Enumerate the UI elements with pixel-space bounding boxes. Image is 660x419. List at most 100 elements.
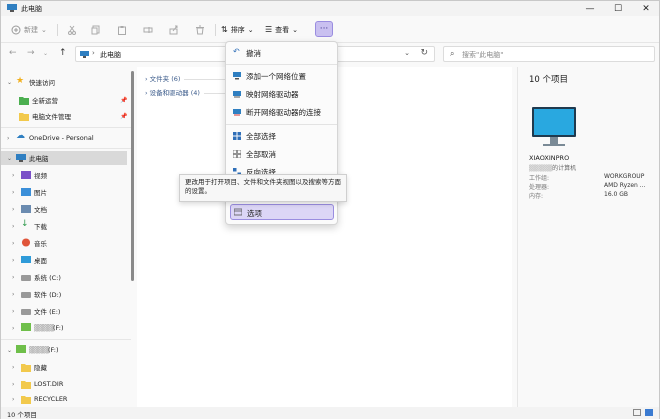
sidebar-item-this-pc[interactable]: ⌄ 此电脑: [1, 151, 127, 165]
sidebar-item-lost-dir[interactable]: › LOST.DIR: [1, 377, 127, 391]
more-options-button[interactable]: ···: [315, 21, 333, 37]
forward-arrow-icon[interactable]: →: [27, 48, 35, 58]
chevron-right-icon[interactable]: ›: [12, 172, 14, 179]
menu-item-select-none[interactable]: 全部取消: [230, 146, 334, 162]
drive-icon: [21, 275, 31, 281]
sidebar-item-label: 快速访问: [29, 79, 55, 87]
cloud-icon: ☁: [16, 131, 25, 141]
share-icon[interactable]: [169, 25, 179, 35]
this-pc-icon: [16, 154, 26, 162]
divider: [1, 148, 131, 149]
divider: [226, 124, 337, 125]
large-icons-view-icon[interactable]: [645, 409, 653, 416]
chevron-right-icon[interactable]: ›: [12, 257, 14, 264]
sidebar-item-quick-0[interactable]: 全新运营 📌: [1, 93, 127, 107]
sidebar-item-f-drive[interactable]: ⌄ ▓▓▓▓ (F:): [1, 343, 127, 357]
menu-item-disconnect-drive[interactable]: 断开网络驱动器的连接: [230, 104, 334, 120]
recent-locations-icon[interactable]: ⌄: [43, 50, 48, 57]
menu-item-select-all[interactable]: 全部选择: [230, 128, 334, 144]
search-input[interactable]: ⌕ 搜索"此电脑": [443, 46, 655, 62]
delete-icon[interactable]: [195, 25, 205, 35]
sidebar-item-documents[interactable]: › 文档: [1, 202, 127, 216]
sidebar-item-label: 此电脑: [29, 155, 49, 163]
chevron-right-icon[interactable]: ›: [12, 206, 14, 213]
group-label: 文件夹 (6): [149, 75, 181, 83]
sidebar-item-videos[interactable]: › 视频: [1, 168, 127, 182]
paste-icon[interactable]: [117, 25, 127, 35]
sidebar-item-drive-e[interactable]: › 文件 (E:): [1, 304, 127, 318]
sidebar-item-label: (F:): [48, 346, 59, 354]
chevron-right-icon[interactable]: ›: [12, 364, 14, 371]
sort-button[interactable]: ⇅ 排序 ⌄: [221, 22, 254, 37]
divider: [215, 24, 216, 36]
menu-item-options[interactable]: 选项: [230, 204, 334, 220]
group-label: 设备和驱动器 (4): [149, 89, 200, 97]
sidebar-item-drive-c[interactable]: › 系统 (C:): [1, 270, 127, 284]
pin-icon[interactable]: 📌: [120, 97, 127, 104]
sidebar-item-music[interactable]: › 音乐: [1, 236, 127, 250]
rename-icon[interactable]: [143, 25, 153, 35]
menu-item-map-drive[interactable]: 映射网络驱动器: [230, 86, 334, 102]
sort-icon: ⇅: [221, 25, 228, 34]
chevron-down-icon[interactable]: ⌄: [404, 49, 410, 57]
sidebar-item-label: (F:): [53, 324, 64, 332]
menu-item-undo[interactable]: ↶ 撤消: [230, 45, 334, 61]
sidebar-item-label: 全新运营: [32, 97, 58, 105]
sidebar-item-pictures[interactable]: › 图片: [1, 185, 127, 199]
chevron-right-icon[interactable]: ›: [7, 135, 9, 142]
up-arrow-icon[interactable]: ↑: [59, 48, 67, 58]
pin-icon[interactable]: 📌: [120, 113, 127, 120]
computer-name: XIAOXINPRO: [529, 154, 570, 162]
menu-item-label: 全部选择: [246, 132, 276, 141]
sidebar-item-hidden[interactable]: › 隐藏: [1, 360, 127, 374]
documents-folder-icon: [21, 205, 31, 213]
chevron-right-icon[interactable]: ›: [12, 396, 14, 403]
sidebar-item-label: 文件 (E:): [34, 308, 61, 316]
chevron-right-icon[interactable]: ›: [12, 291, 14, 298]
sidebar-item-onedrive[interactable]: › ☁ OneDrive - Personal: [1, 131, 127, 145]
back-arrow-icon[interactable]: ←: [9, 48, 17, 58]
sidebar-item-drive-d[interactable]: › 软件 (D:): [1, 287, 127, 301]
folder-yellow-icon: [21, 381, 31, 389]
view-label: 查看: [275, 25, 290, 34]
sidebar-item-label: 软件 (D:): [34, 291, 62, 299]
chevron-right-icon[interactable]: ›: [12, 223, 14, 230]
item-count: 10 个项目: [529, 75, 569, 85]
redacted-label: ▓▓▓▓: [34, 324, 54, 332]
chevron-right-icon[interactable]: ›: [12, 274, 14, 281]
chevron-down-icon[interactable]: ⌄: [7, 347, 12, 354]
sidebar-item-recycler[interactable]: › RECYCLER: [1, 392, 127, 406]
chevron-right-icon[interactable]: ›: [12, 189, 14, 196]
details-view-icon[interactable]: [633, 409, 641, 416]
cut-icon[interactable]: [67, 25, 77, 35]
folder-green-icon: [19, 97, 29, 105]
sidebar-item-quick-access[interactable]: ⌄ ★ 快速访问: [1, 75, 127, 89]
chevron-right-icon[interactable]: ›: [12, 240, 14, 247]
chevron-right-icon[interactable]: ›: [12, 325, 14, 332]
usb-drive-icon: [21, 323, 31, 331]
close-button[interactable]: ✕: [633, 1, 659, 16]
copy-icon[interactable]: [91, 25, 101, 35]
new-button[interactable]: 新建 ⌄: [11, 22, 47, 37]
video-folder-icon: [21, 171, 31, 179]
drive-icon: [21, 292, 31, 298]
map-drive-icon: [233, 91, 241, 98]
maximize-button[interactable]: ☐: [605, 1, 631, 16]
sidebar-item-quick-1[interactable]: 电脑文件管理 📌: [1, 109, 127, 123]
view-button[interactable]: ☰ 查看 ⌄: [265, 22, 298, 37]
redacted-label: ▓▓▓▓: [29, 346, 49, 354]
divider: [226, 64, 337, 65]
chevron-right-icon[interactable]: ›: [12, 381, 14, 388]
detail-key: 处理器:: [529, 184, 550, 191]
chevron-right-icon[interactable]: ›: [12, 308, 14, 315]
sidebar-item-downloads[interactable]: › ↓ 下载: [1, 219, 127, 233]
chevron-down-icon[interactable]: ⌄: [7, 79, 12, 86]
minimize-button[interactable]: —: [577, 1, 603, 16]
sidebar-scrollbar[interactable]: [131, 71, 134, 281]
refresh-icon[interactable]: ↻: [420, 48, 428, 58]
address-path: 此电脑: [100, 51, 121, 59]
chevron-down-icon[interactable]: ⌄: [7, 155, 12, 162]
sidebar-item-drive-f[interactable]: › ▓▓▓▓ (F:): [1, 321, 127, 335]
menu-item-add-network-location[interactable]: 添加一个网络位置: [230, 68, 334, 84]
sidebar-item-desktop[interactable]: › 桌面: [1, 253, 127, 267]
